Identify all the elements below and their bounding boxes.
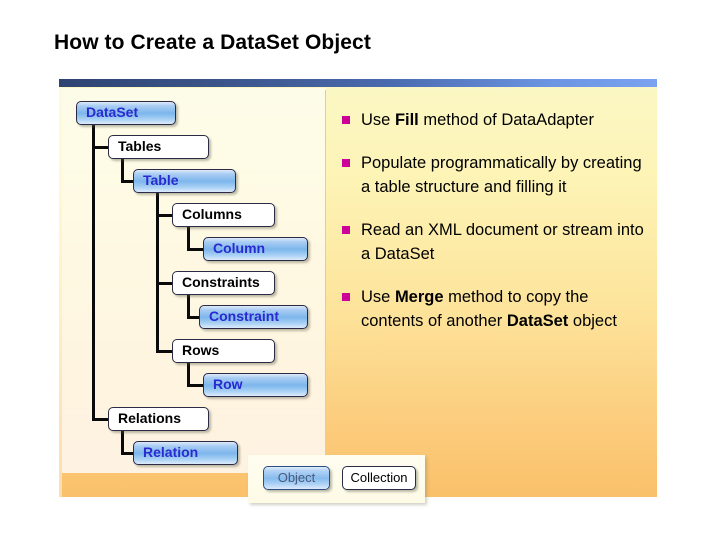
tree-node-columns[interactable]: Columns — [172, 203, 275, 227]
bullet-square-icon — [342, 226, 350, 234]
bullet-item: Use Merge method to copy the contents of… — [340, 285, 655, 333]
tree-connector — [187, 363, 190, 385]
bullet-span: Populate programmatically by creating a … — [361, 154, 642, 196]
bullet-text: Use Fill method of DataAdapter — [361, 111, 594, 129]
bullet-text: Read an XML document or stream into a Da… — [361, 221, 644, 263]
tree-node-rows[interactable]: Rows — [172, 339, 275, 363]
tree-connector — [187, 295, 190, 317]
bullet-text: Populate programmatically by creating a … — [361, 154, 642, 196]
bullet-span: Use — [361, 288, 395, 306]
tree-node-constraint[interactable]: Constraint — [199, 305, 308, 329]
tree-connector — [187, 316, 199, 319]
legend-collection-swatch: Collection — [342, 466, 416, 490]
tree-connector — [156, 350, 172, 353]
tree-connector — [121, 452, 133, 455]
tree-node-table[interactable]: Table — [133, 169, 236, 193]
bullet-span: method of DataAdapter — [418, 111, 594, 129]
bullet-square-icon — [342, 159, 350, 167]
tree-node-constraints[interactable]: Constraints — [172, 271, 275, 295]
tree-connector — [121, 180, 133, 183]
bullet-square-icon — [342, 293, 350, 301]
bullet-text: Use Merge method to copy the contents of… — [361, 288, 617, 330]
tree-connector — [121, 159, 124, 181]
legend-object-swatch: Object — [263, 466, 330, 490]
slide: How to Create a DataSet Object DataSet Ta… — [0, 0, 720, 540]
tree-node-row[interactable]: Row — [203, 373, 308, 397]
bullet-span: Use — [361, 111, 395, 129]
bullet-item: Use Fill method of DataAdapter — [340, 108, 655, 132]
tree-node-relation[interactable]: Relation — [133, 441, 238, 465]
tree-connector — [187, 384, 203, 387]
bullet-square-icon — [342, 116, 350, 124]
bullet-item: Read an XML document or stream into a Da… — [340, 218, 655, 266]
bullet-emphasis: Merge — [394, 288, 444, 306]
bullet-span: Read an XML document or stream into a Da… — [361, 221, 644, 263]
tree-connector — [156, 214, 172, 217]
tree-connector — [156, 282, 172, 285]
tree-connector — [92, 146, 108, 149]
tree-node-column[interactable]: Column — [203, 237, 308, 261]
bullet-emphasis: Fill — [394, 111, 419, 129]
tree-connector — [187, 248, 203, 251]
tree-connector — [92, 125, 95, 419]
bullet-list: Use Fill method of DataAdapter Populate p… — [340, 108, 655, 352]
tree-connector — [156, 193, 159, 353]
tree-node-dataset[interactable]: DataSet — [76, 101, 176, 125]
tree-node-relations[interactable]: Relations — [108, 407, 209, 431]
tree-connector — [92, 418, 108, 421]
bullet-emphasis: DataSet — [506, 312, 569, 330]
bullet-item: Populate programmatically by creating a … — [340, 151, 655, 199]
tree-connector — [121, 431, 124, 453]
tree-node-tables[interactable]: Tables — [108, 135, 209, 159]
bullet-span: object — [568, 312, 617, 330]
tree-connector — [187, 227, 190, 249]
